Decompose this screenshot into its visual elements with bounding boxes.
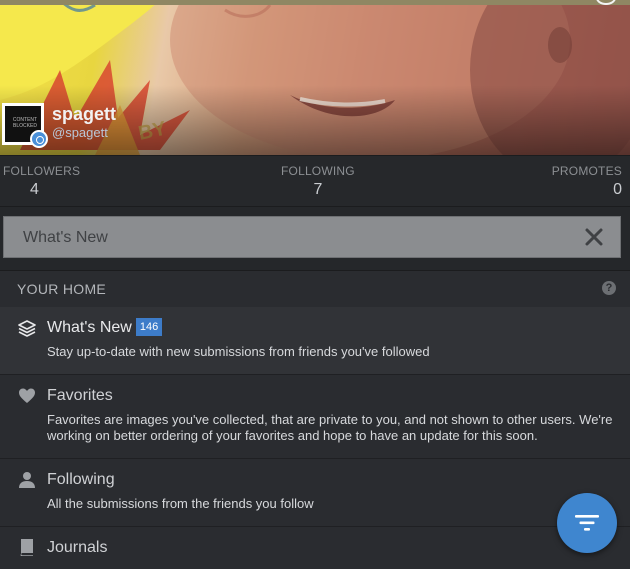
following-label: FOLLOWING (281, 164, 355, 178)
following-stat[interactable]: FOLLOWING 7 (281, 164, 355, 199)
menu-item-favorites[interactable]: Favorites Favorites are images you've co… (0, 375, 630, 459)
help-icon[interactable]: ? (602, 281, 616, 295)
heart-icon (19, 388, 35, 403)
whats-new-label: What's New (47, 319, 132, 336)
followers-count: 4 (30, 181, 39, 198)
feed-search-value: What's New (23, 229, 108, 246)
user-handle: @spagett (52, 125, 108, 140)
feed-selector-bar: What's New (0, 207, 630, 271)
person-icon (19, 472, 35, 488)
promotes-count: 0 (613, 181, 622, 198)
journals-label: Journals (47, 539, 108, 556)
section-header: YOUR HOME ? (0, 271, 630, 307)
menu-item-label: What's New 146 (47, 318, 163, 337)
filter-icon (575, 515, 599, 531)
close-icon[interactable] (584, 227, 604, 247)
following-count: 7 (313, 181, 323, 198)
followers-label: FOLLOWERS (3, 164, 81, 178)
feed-search-input[interactable]: What's New (3, 216, 621, 258)
menu-item-journals[interactable]: Journals (0, 527, 630, 569)
menu-item-description: All the submissions from the friends you… (47, 496, 314, 511)
profile-stats: FOLLOWERS 4 FOLLOWING 7 PROMOTES 0 (0, 155, 630, 207)
menu-item-description: Favorites are images you've collected, t… (47, 412, 613, 443)
favorites-label: Favorites (47, 387, 113, 404)
display-name[interactable]: spagett (52, 104, 116, 125)
menu-item-following[interactable]: Following All the submissions from the f… (0, 459, 630, 527)
promotes-stat[interactable]: PROMOTES 0 (552, 164, 622, 199)
section-title: YOUR HOME (17, 281, 107, 297)
menu-item-description: Stay up-to-date with new submissions fro… (47, 344, 430, 359)
menu-item-whats-new[interactable]: What's New 146 Stay up-to-date with new s… (0, 307, 630, 375)
layers-icon (18, 320, 36, 337)
avatar-text: CONTENT BLOCKED (12, 117, 38, 129)
count-badge: 146 (135, 318, 163, 336)
avatar[interactable]: CONTENT BLOCKED (2, 103, 48, 148)
filter-button[interactable] (557, 493, 617, 553)
book-icon (20, 539, 33, 556)
following-label: Following (47, 471, 115, 488)
followers-stat[interactable]: FOLLOWERS 4 (3, 164, 80, 199)
promotes-label: PROMOTES (551, 164, 622, 178)
paw-badge-icon (30, 130, 48, 148)
